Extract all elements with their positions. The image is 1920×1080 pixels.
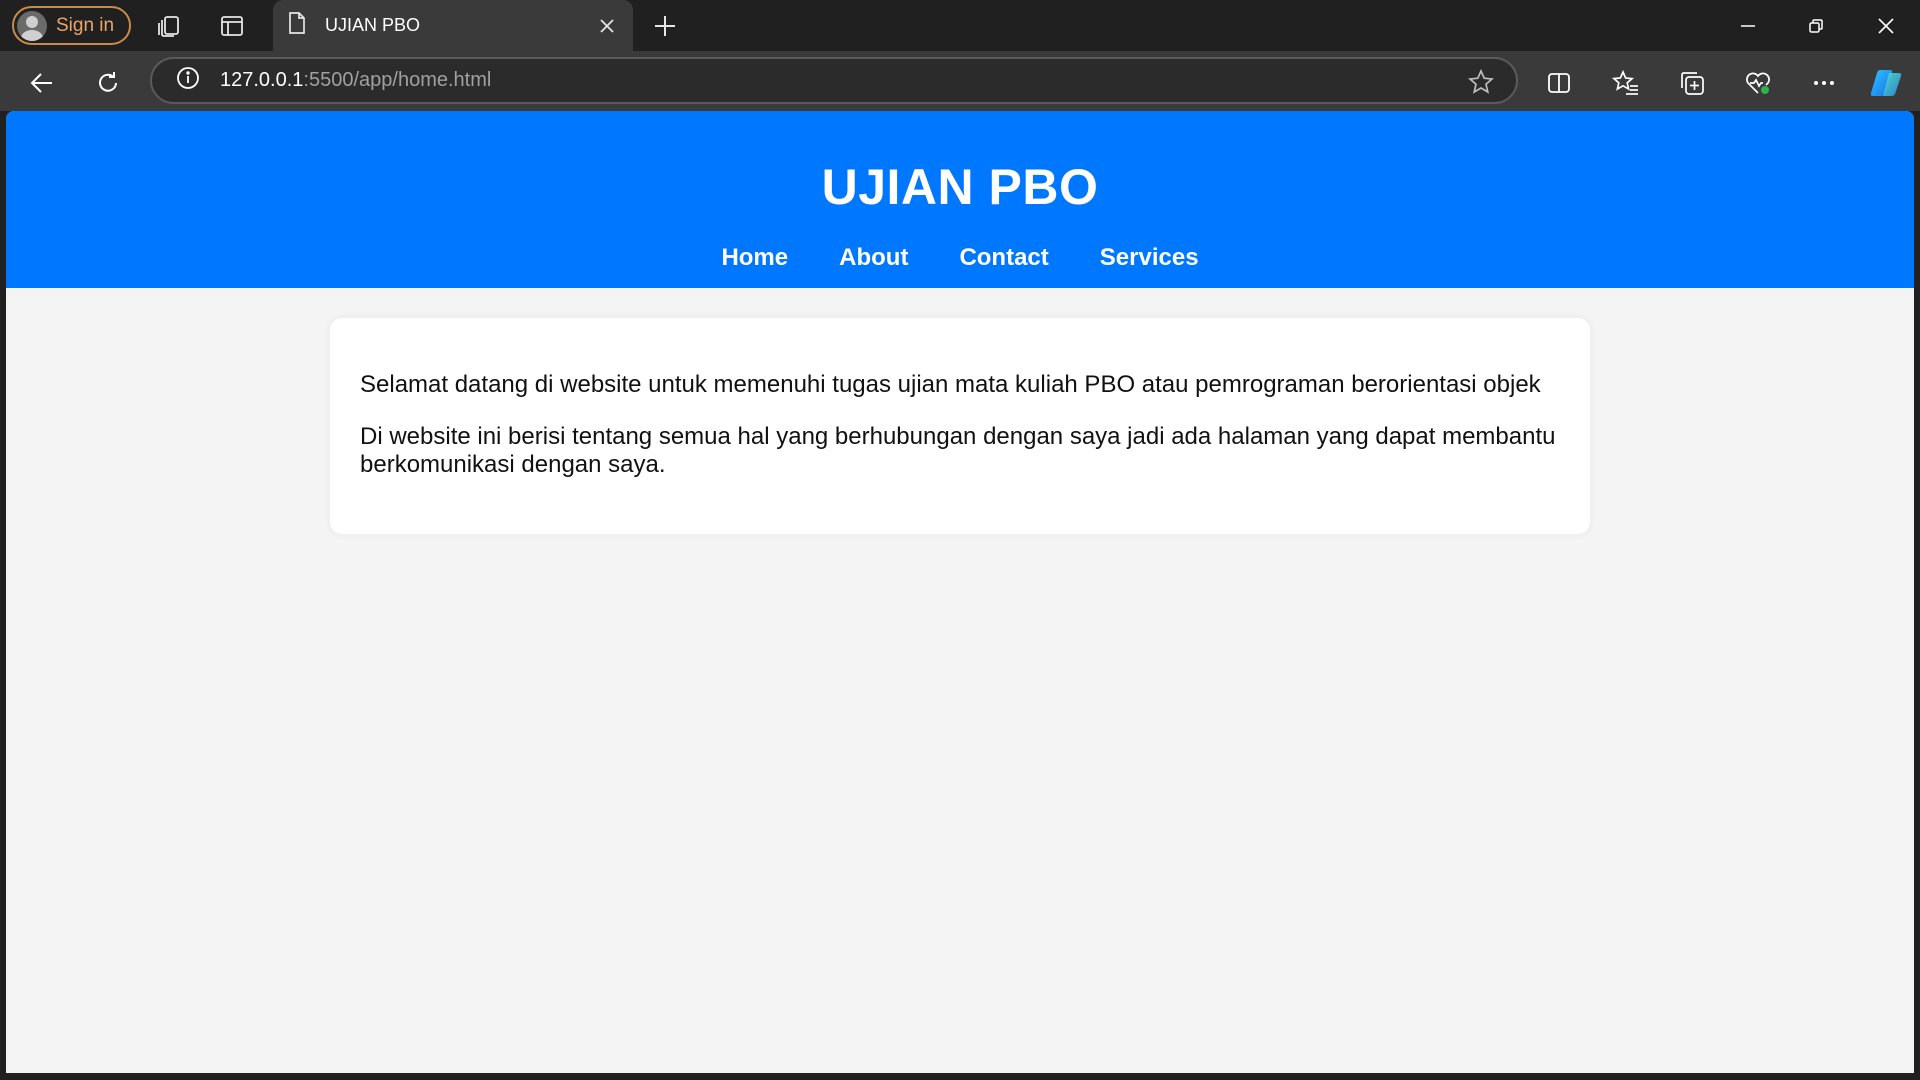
- back-arrow-icon[interactable]: [22, 63, 62, 103]
- url-text: 127.0.0.1:5500/app/home.html: [220, 69, 491, 92]
- window-close-icon[interactable]: [1852, 0, 1920, 51]
- browser-essentials-icon[interactable]: [1738, 63, 1778, 103]
- close-icon[interactable]: [593, 12, 621, 40]
- nav-link-about[interactable]: About: [839, 244, 908, 272]
- url-path: :5500/app/home.html: [303, 69, 492, 91]
- tab-actions-icon[interactable]: [214, 8, 250, 44]
- favorites-icon[interactable]: [1606, 63, 1646, 103]
- window-bottom-edge: [0, 1073, 1920, 1080]
- nav-link-contact[interactable]: Contact: [959, 244, 1048, 272]
- copilot-icon[interactable]: [1866, 63, 1906, 103]
- content-card: Selamat datang di website untuk memenuhi…: [330, 318, 1590, 534]
- new-tab-plus-icon[interactable]: [647, 8, 683, 44]
- minimize-icon[interactable]: [1714, 0, 1782, 51]
- tab-title: UJIAN PBO: [325, 15, 421, 35]
- site-title: UJIAN PBO: [821, 159, 1099, 215]
- profile-avatar-icon: [17, 10, 47, 41]
- active-tab[interactable]: UJIAN PBO: [273, 0, 633, 51]
- sign-in-label: Sign in: [56, 14, 115, 36]
- favorite-star-icon[interactable]: [1467, 68, 1495, 95]
- address-bar[interactable]: 127.0.0.1:5500/app/home.html: [150, 57, 1518, 104]
- tab-strip: Sign in UJIAN PBO: [0, 0, 1920, 51]
- browser-toolbar: 127.0.0.1:5500/app/home.html: [0, 51, 1920, 111]
- site-info-icon[interactable]: [176, 66, 200, 95]
- url-host: 127.0.0.1: [220, 69, 304, 91]
- description-paragraph: Di website ini berisi tentang semua hal …: [360, 423, 1556, 478]
- document-icon: [287, 11, 307, 40]
- collections-icon[interactable]: [1672, 63, 1712, 103]
- sign-in-button[interactable]: Sign in: [12, 6, 131, 45]
- welcome-paragraph: Selamat datang di website untuk memenuhi…: [360, 371, 1541, 398]
- nav-link-home[interactable]: Home: [721, 244, 788, 272]
- site-nav: Home About Contact Services: [6, 244, 1914, 272]
- split-screen-icon[interactable]: [1539, 63, 1579, 103]
- refresh-icon[interactable]: [88, 63, 128, 103]
- workspaces-icon[interactable]: [151, 8, 187, 44]
- site-header: UJIAN PBO Home About Contact Services: [6, 111, 1914, 288]
- page-viewport: UJIAN PBO Home About Contact Services Se…: [6, 111, 1914, 1073]
- nav-link-services[interactable]: Services: [1100, 244, 1199, 272]
- more-icon[interactable]: [1804, 63, 1844, 103]
- restore-icon[interactable]: [1782, 0, 1850, 51]
